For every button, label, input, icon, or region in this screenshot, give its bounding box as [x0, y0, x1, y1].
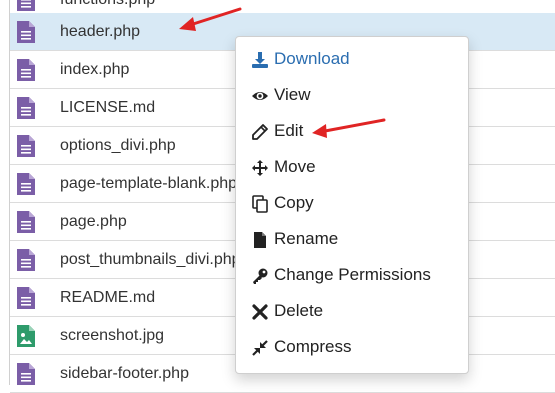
arrow-to-header	[179, 7, 242, 31]
arrow-to-edit	[312, 118, 386, 138]
annotation-arrows	[179, 7, 386, 138]
